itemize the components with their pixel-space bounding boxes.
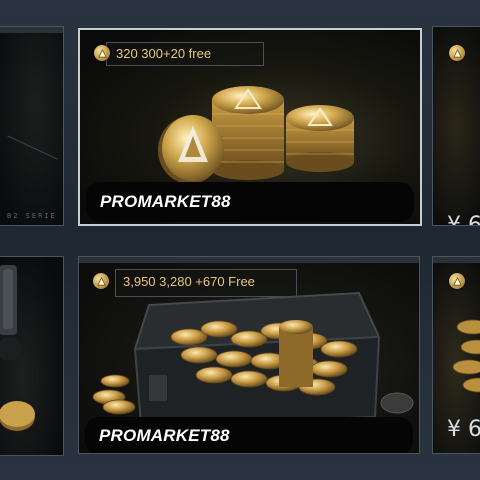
card-header-strip [0,27,63,33]
decorative-line [7,135,58,160]
pack-price: ¥ 6 [447,417,480,442]
coin-triangle-icon [449,45,465,61]
brand-bar: PROMARKET88 [86,182,414,222]
pack-price: ¥ 6 [447,213,480,226]
brand-name: PROMARKET88 [100,192,231,211]
chest-edge-image [0,265,35,431]
currency-pack-card-320[interactable]: 320 300+20 free PROMARKET88 [78,28,422,226]
currency-pack-card-top-right[interactable]: ¥ 6 [432,26,480,226]
brand-bar: PROMARKET88 [85,417,413,453]
currency-pack-card-bottom-left[interactable] [0,256,64,456]
currency-pack-card-bottom-right[interactable]: ¥ 6 [432,256,480,454]
brand-name: PROMARKET88 [99,426,230,445]
currency-pack-card-3950[interactable]: 3,950 3,280 +670 Free PROMARKET88 [78,256,420,454]
currency-pack-card-top-left[interactable]: B2 SERIE [0,26,64,226]
card-brand-fragment: B2 SERIE [7,212,57,220]
